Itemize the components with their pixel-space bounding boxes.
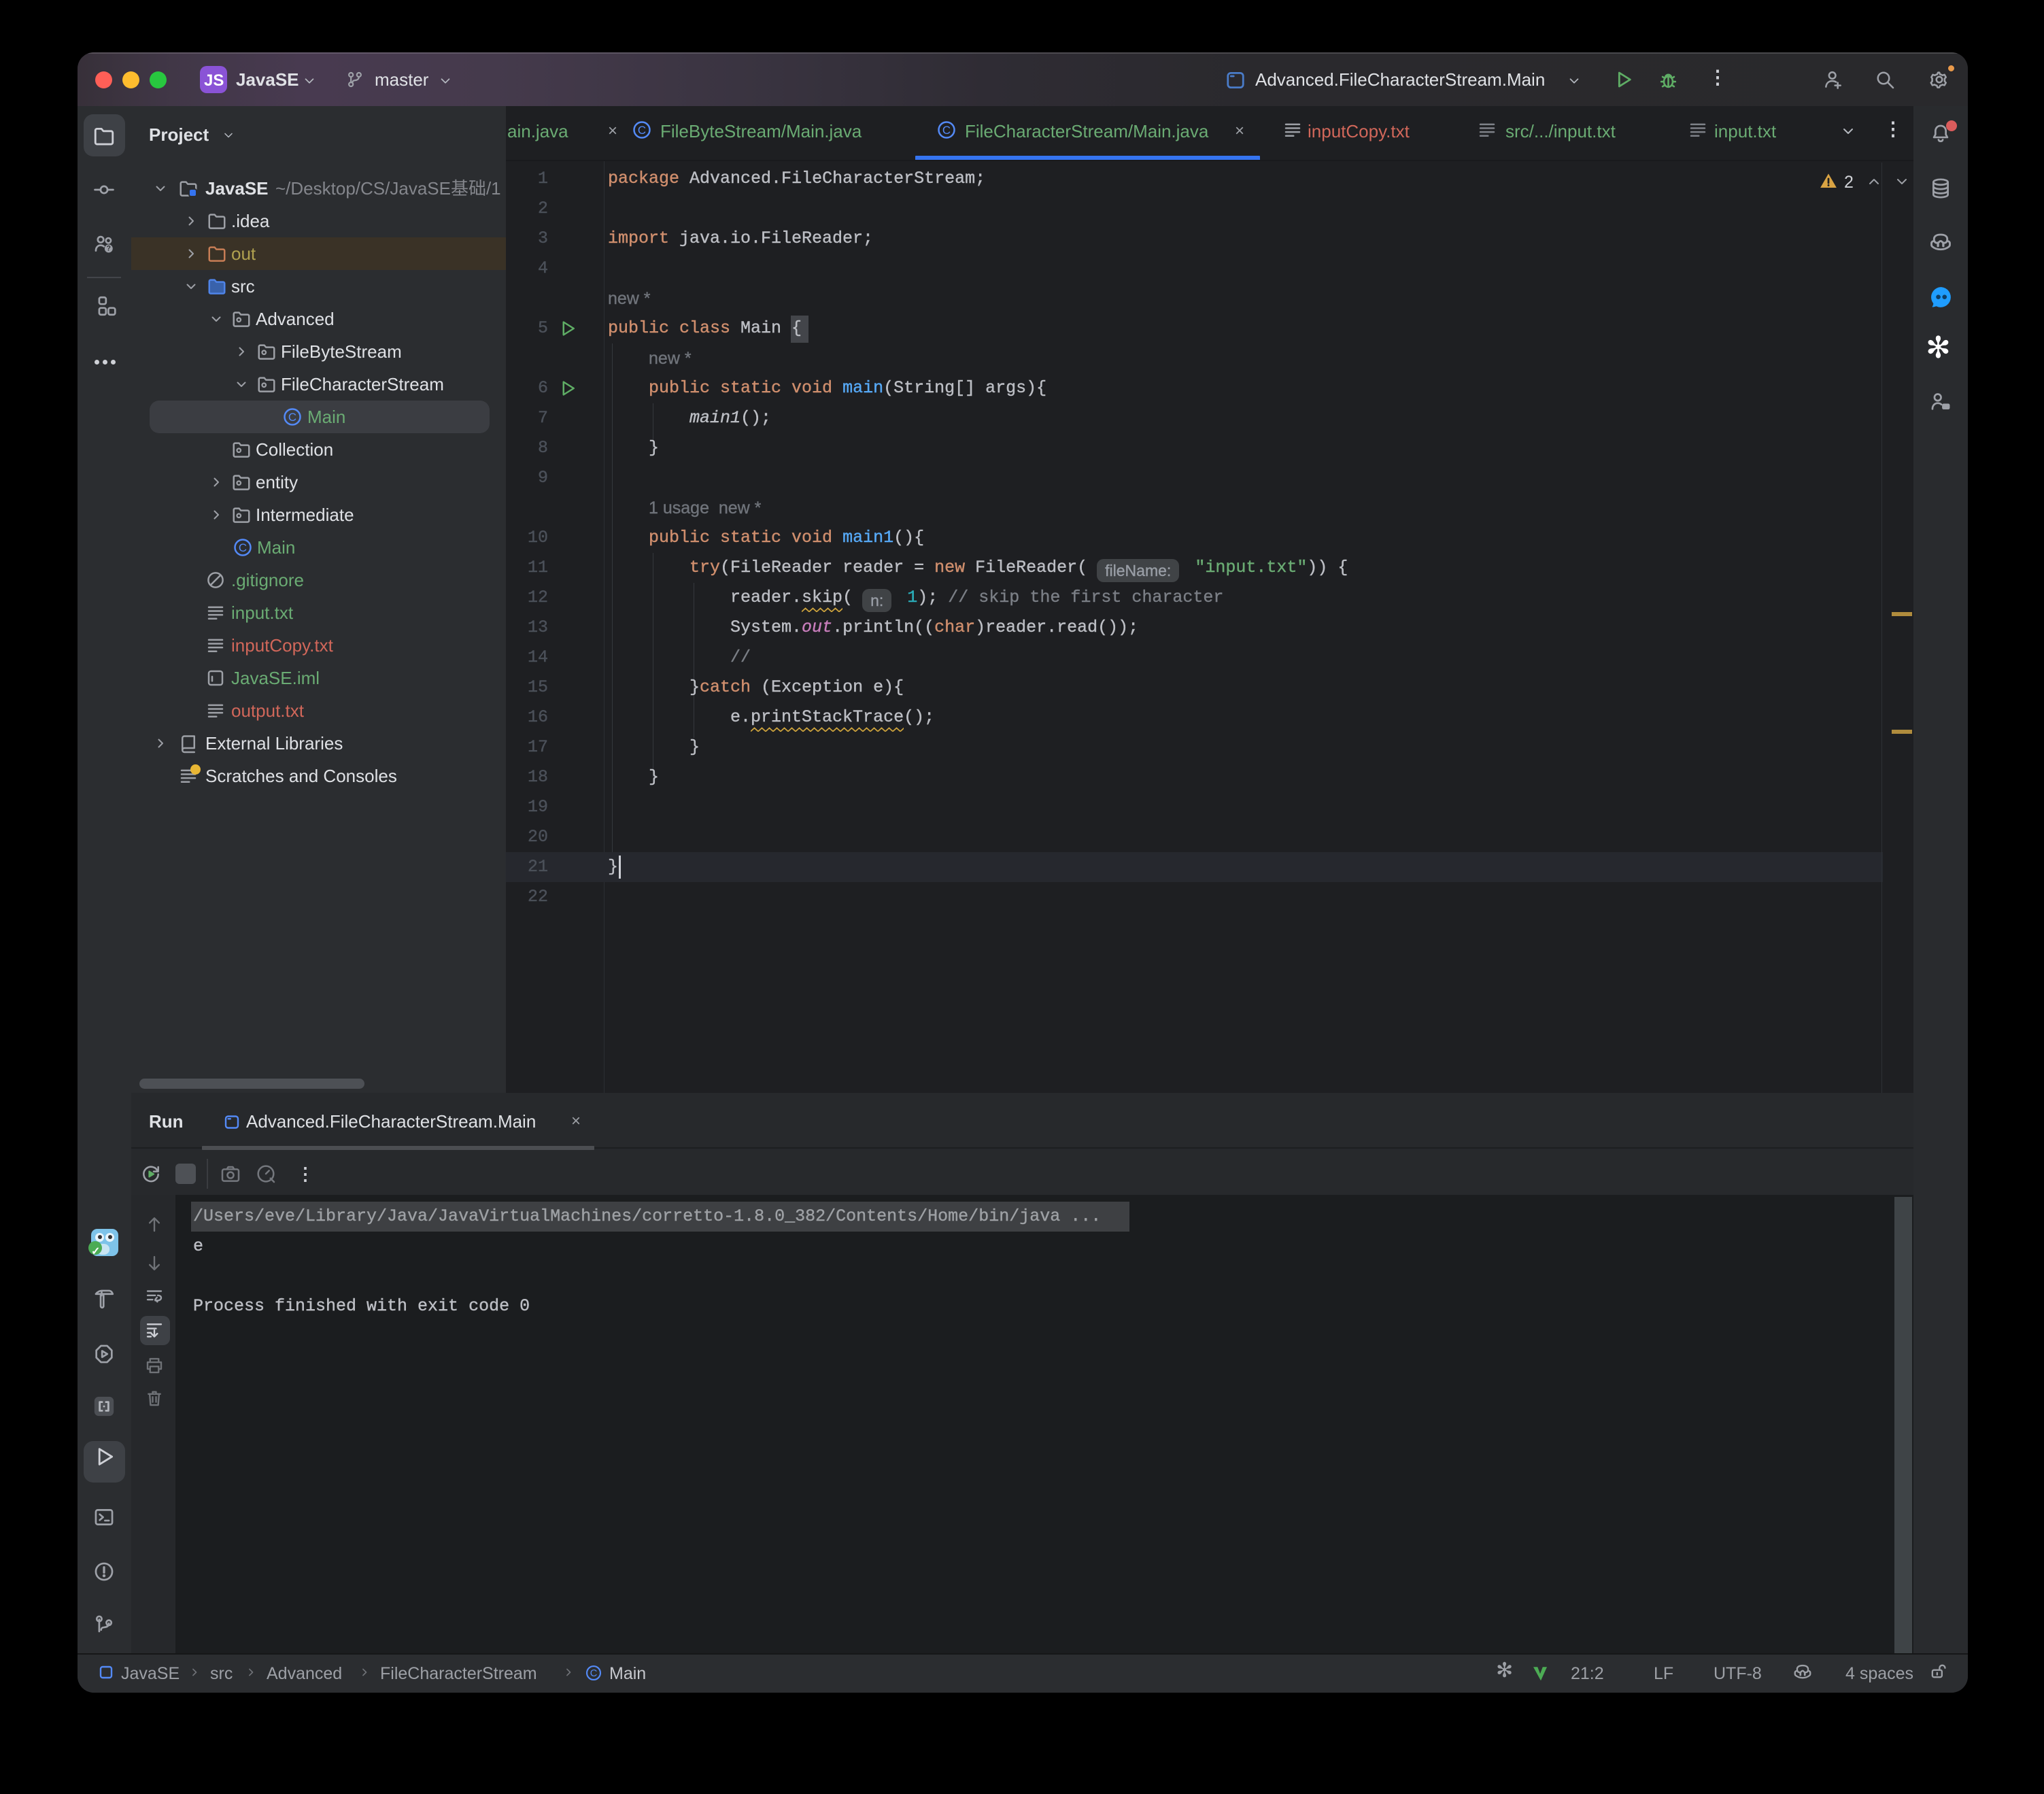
svg-text:C: C	[638, 124, 646, 137]
svg-text:?: ?	[107, 244, 111, 252]
svg-text:C: C	[239, 541, 247, 554]
svg-text:C: C	[590, 1668, 598, 1679]
svg-text:C: C	[942, 124, 951, 137]
svg-text:C: C	[288, 411, 296, 424]
